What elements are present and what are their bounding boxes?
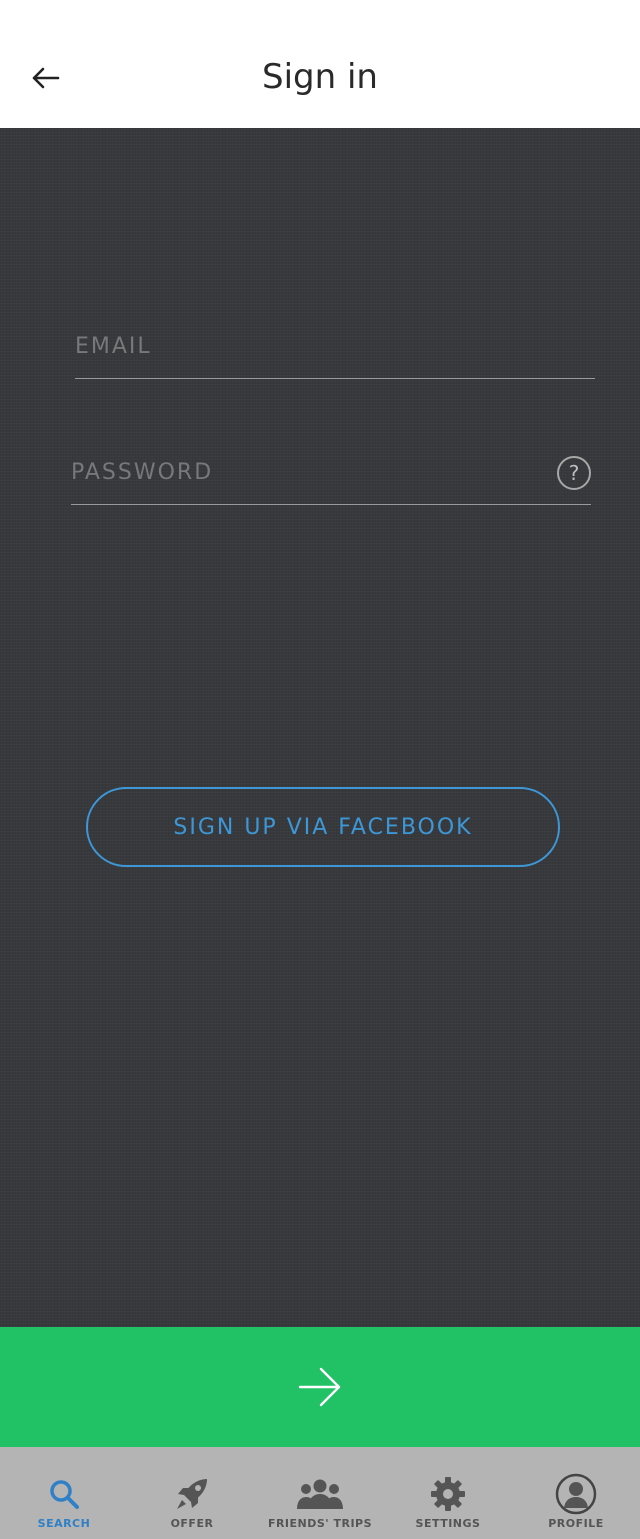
facebook-signup-button[interactable]: SIGN UP VIA FACEBOOK	[86, 787, 560, 867]
rocket-icon	[177, 1479, 207, 1509]
tab-settings-label: SETTINGS	[415, 1517, 481, 1530]
password-help-icon[interactable]: ?	[557, 456, 591, 490]
sign-in-form: ? SIGN UP VIA FACEBOOK	[0, 128, 640, 1327]
tab-offer-label: OFFER	[170, 1517, 214, 1530]
arrow-right-icon	[298, 1367, 341, 1407]
tab-search[interactable]: SEARCH	[0, 1447, 128, 1539]
password-field-wrapper: ?	[71, 450, 591, 505]
facebook-signup-label: SIGN UP VIA FACEBOOK	[173, 814, 473, 840]
tab-profile[interactable]: PROFILE	[512, 1447, 640, 1539]
group-icon	[297, 1479, 343, 1509]
email-field-wrapper	[75, 324, 595, 379]
user-icon	[555, 1473, 597, 1515]
gear-icon	[431, 1477, 465, 1511]
tab-search-label: SEARCH	[37, 1517, 91, 1530]
search-icon	[50, 1480, 79, 1509]
page-title: Sign in	[262, 57, 378, 97]
app-header: Sign in	[0, 0, 640, 128]
tab-profile-label: PROFILE	[548, 1517, 604, 1530]
bottom-tab-bar: SEARCH OFFER FRIENDS' TRIPS SETTINGS PRO…	[0, 1447, 640, 1539]
tab-settings[interactable]: SETTINGS	[384, 1447, 512, 1539]
next-button[interactable]	[0, 1327, 640, 1447]
password-field[interactable]	[71, 450, 541, 494]
tab-friends-trips-label: FRIENDS' TRIPS	[267, 1517, 373, 1530]
tab-offer[interactable]: OFFER	[128, 1447, 256, 1539]
tab-friends-trips[interactable]: FRIENDS' TRIPS	[256, 1447, 384, 1539]
email-field[interactable]	[75, 324, 595, 368]
